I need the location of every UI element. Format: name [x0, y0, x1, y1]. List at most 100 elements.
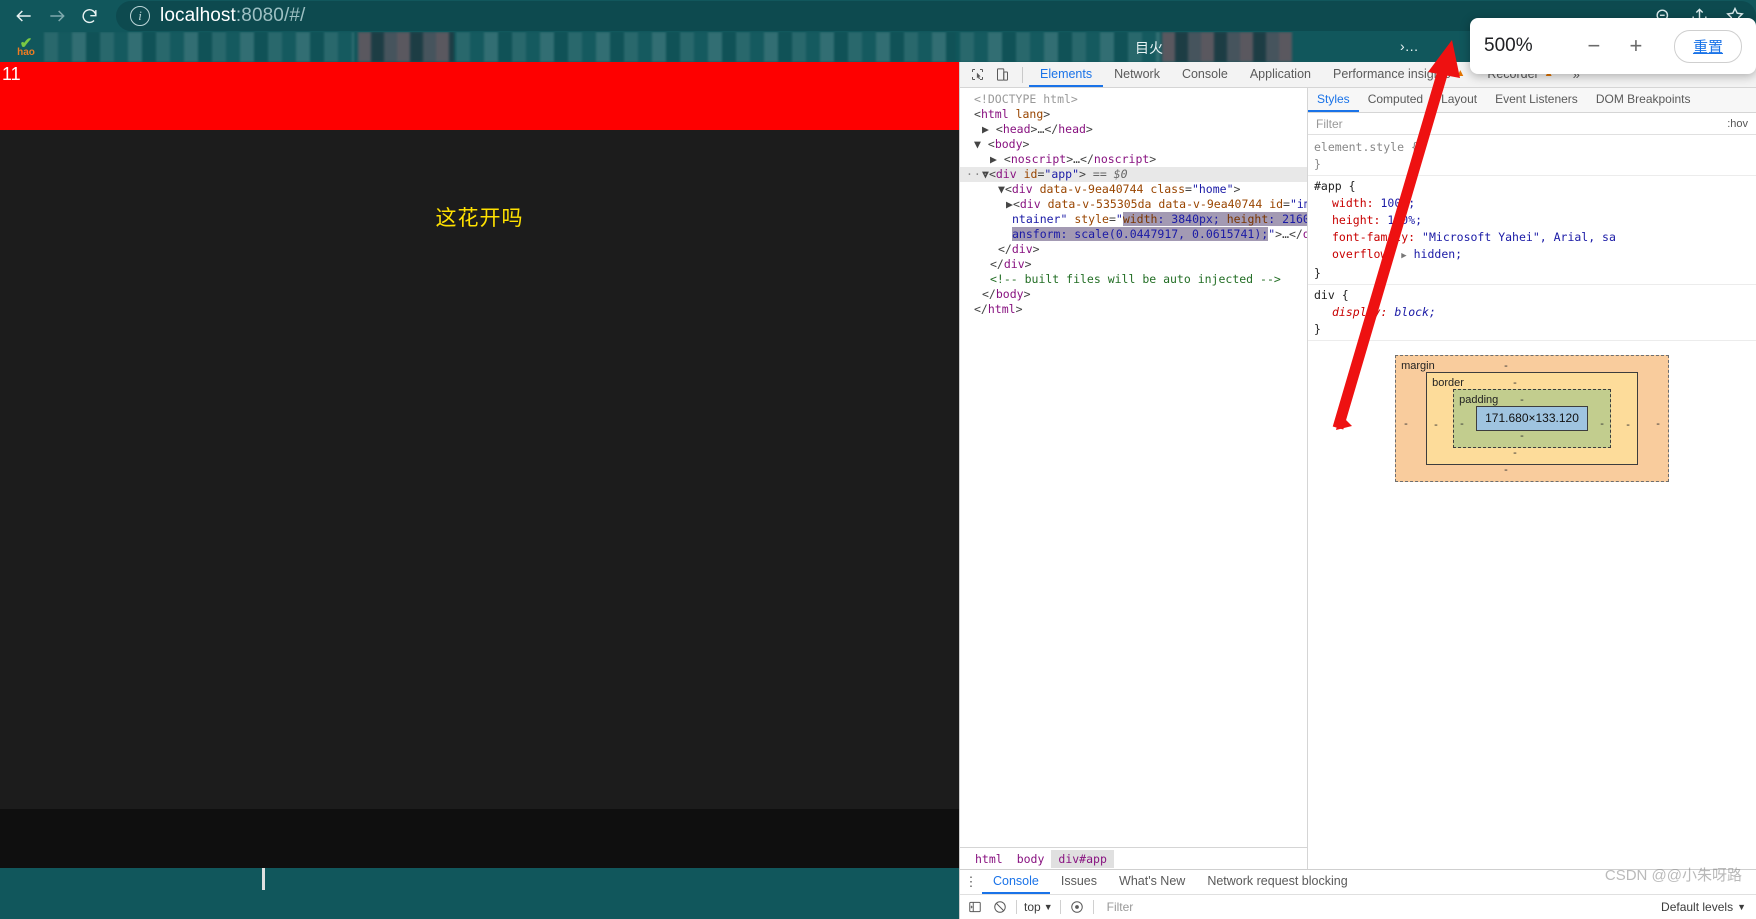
devtools-tool-icons [960, 62, 1016, 87]
more-vertical-icon[interactable]: ⋮ [960, 870, 982, 894]
breadcrumb-item-body[interactable]: body [1010, 850, 1052, 868]
console-sidebar-icon[interactable] [966, 898, 984, 916]
clear-console-icon[interactable] [991, 898, 1009, 916]
dom-line-noscript[interactable]: ▶ <noscript>…</noscript> [960, 152, 1307, 167]
bookmark-items-blurred-3[interactable] [456, 32, 956, 62]
breadcrumb-item-div-app[interactable]: div#app [1051, 849, 1114, 868]
box-model-margin-right[interactable]: - [1656, 416, 1660, 433]
dom-line-comment[interactable]: <!-- built files will be auto injected -… [960, 272, 1307, 287]
forward-icon[interactable] [41, 1, 74, 31]
zoom-controls: − + 重置 [1582, 29, 1742, 63]
devtools-panel: Elements Network Console Application Per… [959, 62, 1756, 919]
tab-console[interactable]: Console [1171, 62, 1239, 87]
address-bar-url: localhost:8080/#/ [160, 5, 306, 26]
expand-triangle-icon[interactable]: ▶ [1401, 251, 1406, 261]
bookmark-label-visible[interactable]: 目火 [1135, 38, 1163, 58]
style-prop-width[interactable]: width: 100%; [1314, 195, 1756, 212]
dom-node-menu-icon[interactable]: ··· [966, 167, 990, 182]
dom-tree[interactable]: <!DOCTYPE html> <html lang> ▶ <head>…</h… [960, 88, 1307, 847]
tab-computed[interactable]: Computed [1359, 88, 1432, 112]
style-selector: div { [1314, 288, 1349, 302]
box-model-padding-top[interactable]: - [1520, 392, 1524, 409]
tab-event-listeners[interactable]: Event Listeners [1486, 88, 1587, 112]
dom-line-div-home[interactable]: ▼<div data-v-9ea40744 class="home"> [960, 182, 1307, 197]
style-rule-element-style[interactable]: element.style { } [1308, 137, 1756, 176]
page-headline: 这花开吗 [435, 207, 524, 230]
bookmark-items-blurred-1[interactable] [44, 32, 354, 62]
dom-line-html-close[interactable]: </html> [960, 302, 1307, 317]
dom-line-doctype[interactable]: <!DOCTYPE html> [960, 92, 1307, 107]
dom-line-head[interactable]: ▶ <head>…</head> [960, 122, 1307, 137]
console-context-selector[interactable]: top ▼ [1024, 900, 1053, 914]
box-model-border[interactable]: border - - - - padding - - - - 171.680×1… [1426, 372, 1638, 465]
box-model-margin[interactable]: margin - - - - border - - - - padding - … [1395, 355, 1669, 482]
console-toolbar: top ▼ Filter Default levels ▼ [960, 895, 1756, 919]
tab-application[interactable]: Application [1239, 62, 1322, 87]
tab-dom-breakpoints[interactable]: DOM Breakpoints [1587, 88, 1700, 112]
device-toolbar-icon[interactable] [995, 67, 1010, 82]
style-prop-font-family[interactable]: font-family: "Microsoft Yahei", Arial, s… [1314, 229, 1756, 246]
drawer-tab-console[interactable]: Console [982, 870, 1050, 894]
console-filter-input[interactable]: Filter [1107, 900, 1134, 914]
breadcrumb-item-html[interactable]: html [968, 850, 1010, 868]
style-rule-close: } [1314, 266, 1321, 280]
style-prop-overflow[interactable]: overflow: ▶ hidden; [1314, 246, 1756, 265]
box-model-padding-bottom[interactable]: - [1520, 428, 1524, 445]
style-rule-div[interactable]: div { display: block; } [1308, 285, 1756, 341]
taskbar-strip [0, 868, 959, 919]
site-info-icon[interactable]: i [130, 6, 151, 26]
dom-line-div-app-close[interactable]: </div> [960, 257, 1307, 272]
live-expression-icon[interactable] [1068, 898, 1086, 916]
box-model-padding-left[interactable]: - [1460, 416, 1464, 433]
bookmark-items-blurred-5[interactable] [1162, 32, 1292, 62]
style-prop-display[interactable]: display: block; [1314, 304, 1756, 321]
dom-line-div-container-cont2[interactable]: ansform: scale(0.0447917, 0.0615741);">…… [960, 227, 1307, 242]
style-selector: #app { [1314, 179, 1356, 193]
zoom-popup[interactable]: 500% − + 重置 [1470, 18, 1756, 74]
bookmark-hao-logo-icon[interactable]: ✔ hao [12, 34, 40, 60]
tab-elements[interactable]: Elements [1029, 62, 1104, 87]
box-model-diagram: margin - - - - border - - - - padding - … [1308, 341, 1756, 482]
dom-line-body-close[interactable]: </body> [960, 287, 1307, 302]
dom-tree-pane: <!DOCTYPE html> <html lang> ▶ <head>…</h… [960, 88, 1308, 869]
dom-line-div-app[interactable]: ··· ▼<div id="app"> == $0 [960, 167, 1307, 182]
text-caret [262, 868, 265, 890]
tab-styles[interactable]: Styles [1308, 88, 1359, 112]
styles-filter-input[interactable]: Filter [1316, 117, 1343, 131]
dom-line-div-container-cont1[interactable]: ntainer" style="width: 3840px; height: 2… [960, 212, 1307, 227]
zoom-out-icon[interactable]: − [1582, 34, 1606, 58]
tabbar-divider [1022, 66, 1023, 83]
box-model-content-size[interactable]: 171.680×133.120 [1476, 406, 1588, 431]
console-log-level-selector[interactable]: Default levels ▼ [1661, 900, 1750, 914]
back-icon[interactable] [8, 1, 41, 31]
inspect-cursor-icon[interactable] [970, 67, 985, 82]
tab-network[interactable]: Network [1103, 62, 1171, 87]
dom-line-div-home-close[interactable]: </div> [960, 242, 1307, 257]
dom-line-div-container[interactable]: ▶<div data-v-535305da data-v-9ea40744 id… [960, 197, 1307, 212]
tab-performance-insights[interactable]: Performance insights ▲ [1322, 62, 1476, 87]
bookmark-items-blurred-2[interactable] [358, 32, 454, 62]
zoom-reset-button[interactable]: 重置 [1673, 29, 1742, 63]
page-red-band [0, 62, 959, 130]
dom-line-body-open[interactable]: ▼ <body> [960, 137, 1307, 152]
bookmark-overflow-icon[interactable]: ›… [1400, 38, 1419, 54]
bookmark-items-blurred-4[interactable] [960, 32, 1160, 62]
drawer-tab-network-request-blocking[interactable]: Network request blocking [1196, 870, 1358, 894]
drawer-tab-issues[interactable]: Issues [1050, 870, 1108, 894]
box-model-padding-right[interactable]: - [1600, 416, 1604, 433]
drawer-tab-whats-new[interactable]: What's New [1108, 870, 1196, 894]
box-model-border-left[interactable]: - [1434, 417, 1438, 434]
box-model-padding[interactable]: padding - - - - 171.680×133.120 [1453, 389, 1611, 448]
zoom-in-icon[interactable]: + [1624, 34, 1648, 58]
style-rule-app[interactable]: #app { width: 100%; height: 100%; font-f… [1308, 176, 1756, 285]
styles-hov-toggle[interactable]: :hov [1727, 118, 1748, 130]
styles-filter-row: Filter :hov [1308, 113, 1756, 135]
dom-line-html[interactable]: <html lang> [960, 107, 1307, 122]
reload-icon[interactable] [73, 1, 106, 31]
chevron-down-icon: ▼ [1737, 902, 1746, 912]
tab-layout[interactable]: Layout [1432, 88, 1486, 112]
box-model-margin-left[interactable]: - [1404, 416, 1408, 433]
style-rule-close: } [1314, 322, 1321, 336]
box-model-border-right[interactable]: - [1626, 417, 1630, 434]
style-prop-height[interactable]: height: 100%; [1314, 212, 1756, 229]
